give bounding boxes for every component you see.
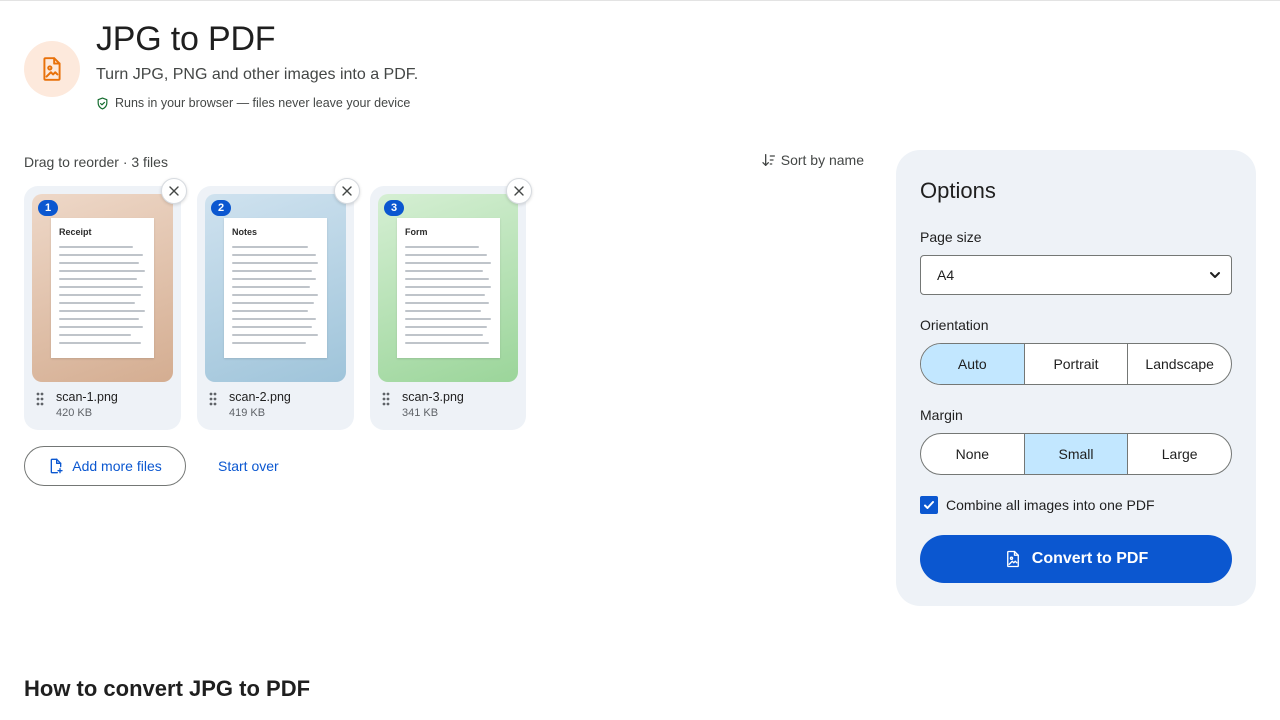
options-panel: Options Page size A4 Orientation Auto Po… <box>896 150 1256 606</box>
orientation-portrait-option[interactable]: Portrait <box>1025 344 1129 384</box>
file-card[interactable]: Receipt 1 scan-1.png 420 KB <box>24 178 187 430</box>
file-card[interactable]: Form 3 scan-3.png 341 KB <box>370 178 532 430</box>
file-name: scan-3.png <box>402 390 464 404</box>
close-icon <box>169 186 179 196</box>
close-icon <box>514 186 524 196</box>
file-size: 419 KB <box>229 407 266 419</box>
orientation-label: Orientation <box>920 317 989 333</box>
file-name: scan-2.png <box>229 390 291 404</box>
sort-icon <box>762 154 775 166</box>
document-preview: Form <box>397 218 500 358</box>
remove-file-button[interactable] <box>334 178 360 204</box>
page-size-label: Page size <box>920 229 982 245</box>
drag-handle-icon[interactable] <box>36 392 44 406</box>
document-preview: Notes <box>224 218 327 358</box>
image-file-icon <box>24 41 80 97</box>
drag-handle-icon[interactable] <box>209 392 217 406</box>
combine-checkbox[interactable] <box>920 496 938 514</box>
document-title: Notes <box>232 227 258 237</box>
sort-label: Sort by name <box>780 152 864 168</box>
privacy-note-text: Runs in your browser — files never leave… <box>115 96 411 110</box>
drag-handle-icon[interactable] <box>382 392 390 406</box>
sort-by-name-button[interactable]: Sort by name <box>761 152 864 168</box>
convert-to-pdf-button[interactable]: Convert to PDF <box>920 535 1232 583</box>
add-more-files-label: Add more files <box>72 458 162 474</box>
page-size-value: A4 <box>937 267 955 283</box>
file-card[interactable]: Notes 2 scan-2.png 419 KB <box>197 178 360 430</box>
orientation-landscape-option[interactable]: Landscape <box>1128 344 1231 384</box>
file-size: 420 KB <box>56 407 93 419</box>
file-thumbnail: Notes 2 <box>205 194 346 382</box>
how-to-heading: How to convert JPG to PDF <box>24 676 311 701</box>
margin-segmented-control: None Small Large <box>920 433 1232 475</box>
margin-label: Margin <box>920 407 963 423</box>
file-name: scan-1.png <box>56 390 118 404</box>
remove-file-button[interactable] <box>161 178 187 204</box>
margin-none-option[interactable]: None <box>921 434 1025 474</box>
document-title: Receipt <box>59 227 92 237</box>
page-subtitle: Turn JPG, PNG and other images into a PD… <box>96 66 419 83</box>
privacy-note: Runs in your browser — files never leave… <box>96 96 410 110</box>
margin-small-option[interactable]: Small <box>1024 434 1129 474</box>
shield-check-icon <box>97 96 108 110</box>
page-size-select[interactable]: A4 <box>920 255 1232 295</box>
orientation-segmented-control: Auto Portrait Landscape <box>920 343 1232 385</box>
top-divider <box>0 0 1280 1</box>
checkmark-icon <box>924 501 934 509</box>
options-title: Options <box>920 178 996 203</box>
files-count: Drag to reorder · 3 files <box>24 154 168 170</box>
start-over-link[interactable]: Start over <box>218 458 279 474</box>
file-order-badge: 2 <box>211 200 231 216</box>
page-title: JPG to PDF <box>96 20 276 58</box>
close-icon <box>342 186 352 196</box>
combine-option: Combine all images into one PDF <box>920 496 1155 514</box>
remove-file-button[interactable] <box>506 178 532 204</box>
document-preview: Receipt <box>51 218 154 358</box>
pdf-file-icon <box>1006 550 1019 568</box>
orientation-auto-option[interactable]: Auto <box>921 344 1025 384</box>
file-thumbnail: Receipt 1 <box>32 194 173 382</box>
file-thumbnail: Form 3 <box>378 194 518 382</box>
file-order-badge: 3 <box>384 200 404 216</box>
file-size: 341 KB <box>402 407 439 419</box>
document-title: Form <box>405 227 428 237</box>
margin-large-option[interactable]: Large <box>1128 434 1231 474</box>
file-order-badge: 1 <box>38 200 58 216</box>
add-more-files-button[interactable]: Add more files <box>24 446 186 486</box>
convert-label: Convert to PDF <box>1031 550 1149 567</box>
chevron-down-icon <box>1210 272 1220 278</box>
add-file-icon <box>50 458 63 474</box>
combine-label: Combine all images into one PDF <box>946 497 1155 513</box>
